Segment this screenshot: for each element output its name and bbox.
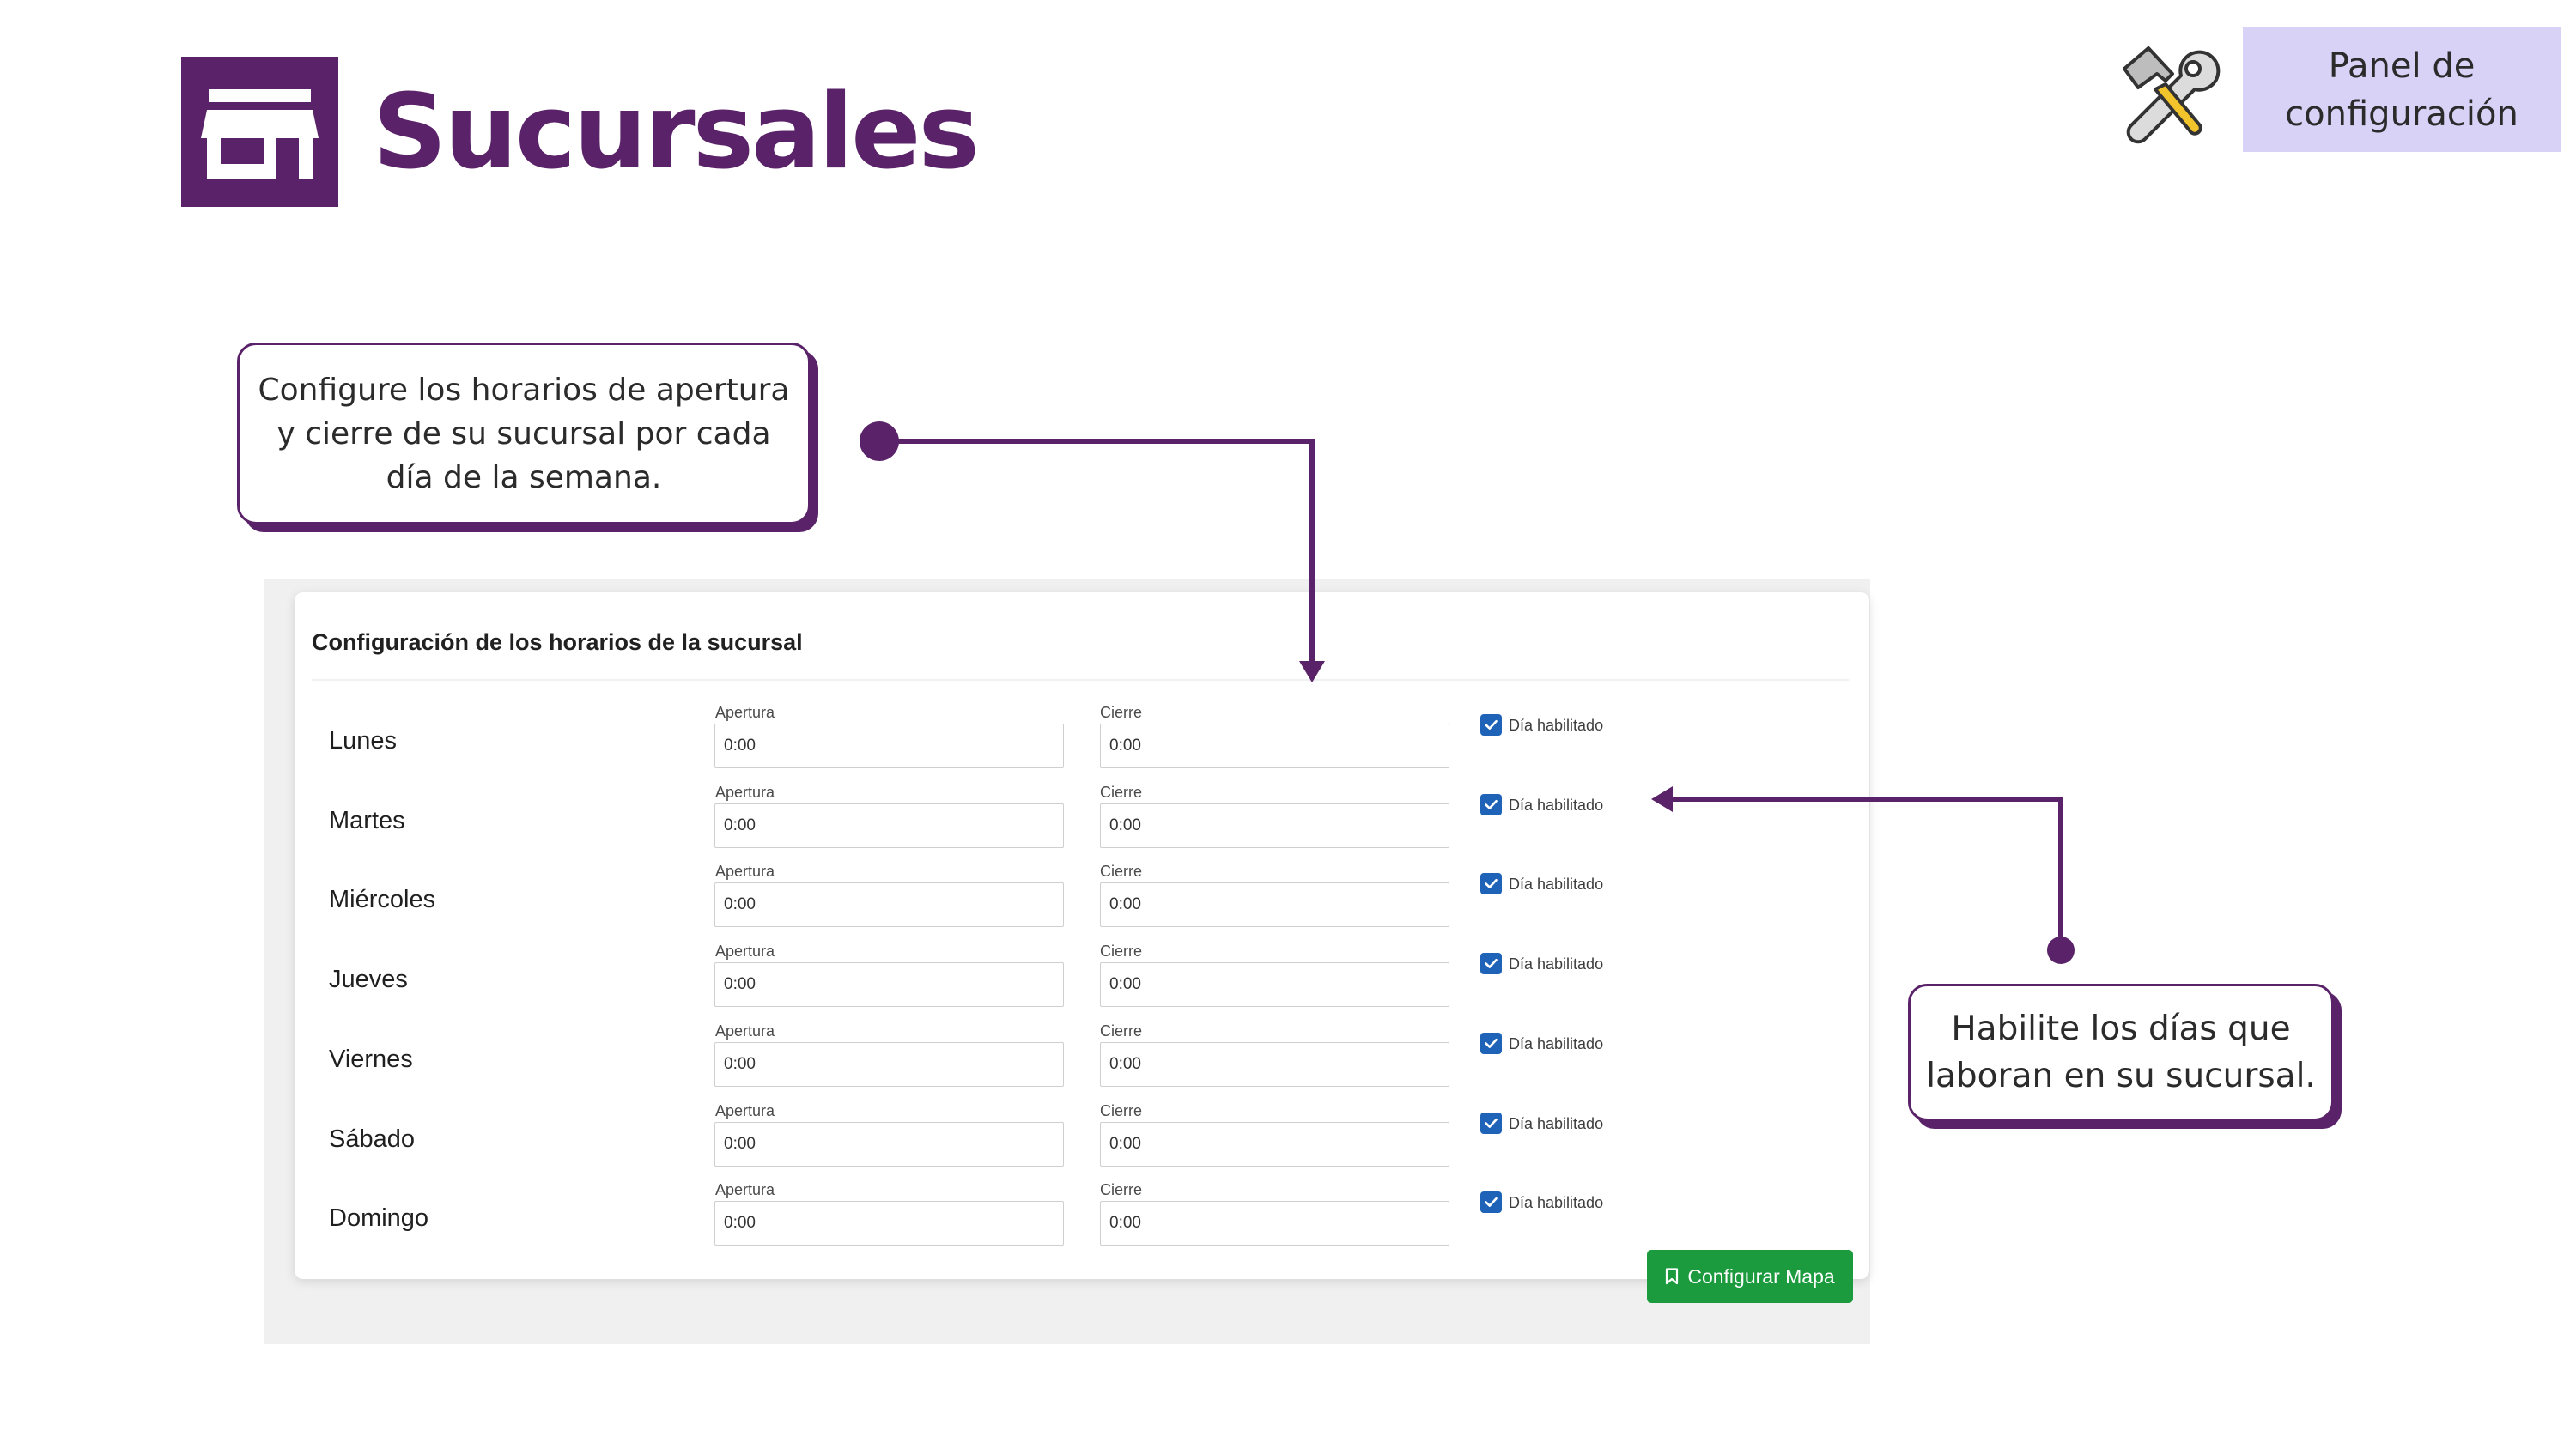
day-row: Viernes Apertura Cierre Día habilitado xyxy=(0,1022,2576,1106)
opening-time-input[interactable] xyxy=(714,724,1064,768)
day-enabled-label: Día habilitado xyxy=(1509,1114,1604,1132)
closing-time-input[interactable] xyxy=(1100,803,1449,848)
day-enabled-checkbox[interactable] xyxy=(1480,1032,1502,1054)
opening-caption: Apertura xyxy=(715,1181,775,1199)
day-label: Viernes xyxy=(329,1045,413,1073)
closing-time-input[interactable] xyxy=(1100,882,1449,928)
day-row: Martes Apertura Cierre Día habilitado xyxy=(0,784,2576,867)
day-enabled-label: Día habilitado xyxy=(1509,1034,1604,1052)
opening-time-input[interactable] xyxy=(714,1121,1064,1167)
day-row: Lunes Apertura Cierre Día habilitado xyxy=(0,704,2576,787)
configure-map-button[interactable]: Configurar Mapa xyxy=(1647,1250,1853,1303)
day-row: Miércoles Apertura Cierre Día habilitado xyxy=(0,863,2576,946)
closing-caption: Cierre xyxy=(1100,783,1143,801)
day-row: Sábado Apertura Cierre Día habilitado xyxy=(0,1102,2576,1185)
closing-caption: Cierre xyxy=(1100,1101,1143,1119)
day-label: Domingo xyxy=(329,1204,429,1233)
opening-caption: Apertura xyxy=(715,1022,775,1040)
check-icon xyxy=(1485,1197,1498,1208)
opening-caption: Apertura xyxy=(715,704,775,721)
day-enabled-checkbox[interactable] xyxy=(1480,714,1502,736)
store-icon xyxy=(201,89,319,179)
opening-time-input[interactable] xyxy=(714,803,1064,848)
day-label: Lunes xyxy=(329,727,398,755)
check-icon xyxy=(1485,1038,1498,1048)
day-enabled-checkbox[interactable] xyxy=(1480,1191,1502,1214)
closing-caption: Cierre xyxy=(1100,943,1143,961)
opening-time-input[interactable] xyxy=(714,1201,1064,1246)
page-title: Sucursales xyxy=(373,73,980,192)
bookmark-icon xyxy=(1666,1268,1679,1285)
check-icon xyxy=(1485,1118,1498,1128)
closing-time-input[interactable] xyxy=(1100,724,1449,768)
day-label: Jueves xyxy=(329,966,408,994)
closing-time-input[interactable] xyxy=(1100,1201,1449,1246)
day-enabled-label: Día habilitado xyxy=(1509,796,1604,814)
opening-caption: Apertura xyxy=(715,863,775,881)
closing-time-input[interactable] xyxy=(1100,1121,1449,1167)
day-enabled-checkbox[interactable] xyxy=(1480,1112,1502,1134)
check-icon xyxy=(1485,719,1498,730)
closing-caption: Cierre xyxy=(1100,863,1143,881)
day-enabled-label: Día habilitado xyxy=(1509,1194,1604,1212)
day-enabled-checkbox[interactable] xyxy=(1480,873,1502,895)
panel-badge-label: Panel de configuración xyxy=(2285,45,2518,134)
closing-caption: Cierre xyxy=(1100,1022,1143,1040)
day-row: Jueves Apertura Cierre Día habilitado xyxy=(0,943,2576,1026)
day-enabled-label: Día habilitado xyxy=(1509,717,1604,734)
form-divider xyxy=(312,679,1849,681)
day-row: Domingo Apertura Cierre Día habilitado xyxy=(0,1181,2576,1264)
check-icon xyxy=(1485,958,1498,968)
day-label: Miércoles xyxy=(329,886,436,914)
day-enabled-checkbox[interactable] xyxy=(1480,793,1502,815)
opening-caption: Apertura xyxy=(715,943,775,961)
opening-time-input[interactable] xyxy=(714,962,1064,1008)
day-label: Martes xyxy=(329,806,405,834)
opening-caption: Apertura xyxy=(715,1101,775,1119)
tools-icon xyxy=(2123,46,2221,144)
callout-hours: Configure los horarios de apertura y cie… xyxy=(237,343,811,524)
settings-panel-badge[interactable]: Panel de configuración xyxy=(2243,27,2561,152)
opening-time-input[interactable] xyxy=(714,882,1064,928)
day-enabled-checkbox[interactable] xyxy=(1480,953,1502,975)
day-enabled-label: Día habilitado xyxy=(1509,955,1604,973)
form-title: Configuración de los horarios de la sucu… xyxy=(312,629,803,655)
day-enabled-label: Día habilitado xyxy=(1509,876,1604,894)
store-logo xyxy=(181,57,338,207)
opening-caption: Apertura xyxy=(715,783,775,801)
check-icon xyxy=(1485,799,1498,809)
opening-time-input[interactable] xyxy=(714,1041,1064,1087)
day-label: Sábado xyxy=(329,1125,415,1153)
check-icon xyxy=(1485,879,1498,889)
closing-caption: Cierre xyxy=(1100,1181,1143,1199)
configure-map-label: Configurar Mapa xyxy=(1687,1264,1835,1288)
closing-time-input[interactable] xyxy=(1100,962,1449,1008)
closing-caption: Cierre xyxy=(1100,704,1143,721)
closing-time-input[interactable] xyxy=(1100,1041,1449,1087)
callout-hours-text: Configure los horarios de apertura y cie… xyxy=(258,372,790,495)
